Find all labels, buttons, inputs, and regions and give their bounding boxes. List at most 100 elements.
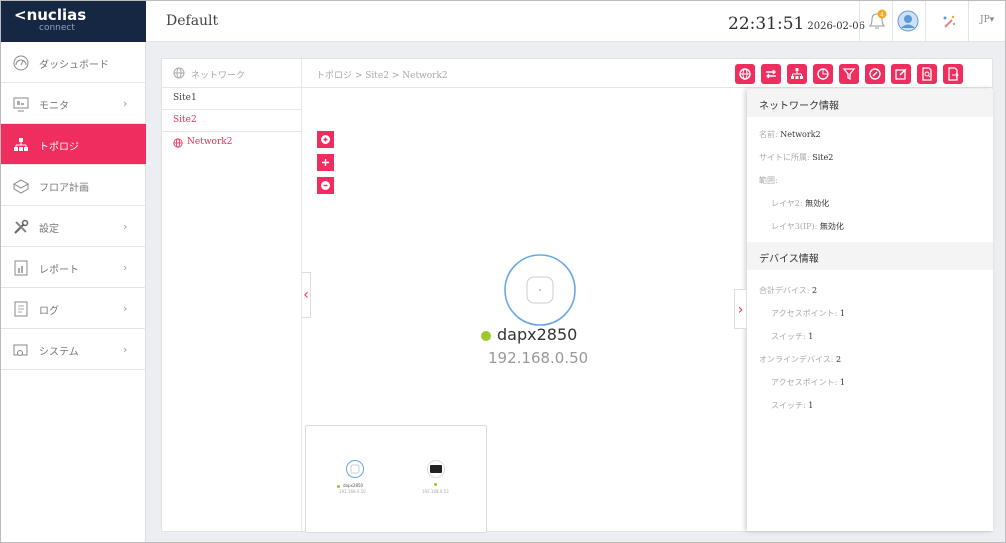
filter-button[interactable] (839, 64, 859, 84)
clock-date: 2026-02-06 (807, 21, 866, 32)
breadcrumb: トポロジ > Site2 > Network2 (316, 71, 448, 81)
center-icon (322, 159, 329, 166)
sidebar-item-topology[interactable]: トポロジ (1, 124, 146, 165)
back-chevron-icon: < (14, 6, 27, 24)
sidebar-item-report[interactable]: レポート › (1, 247, 146, 288)
logo[interactable]: <nuclias connect (1, 1, 146, 42)
monitor-icon (13, 97, 29, 112)
svg-text:4: 4 (880, 12, 884, 19)
sidebar-item-label: フロア計画 (39, 183, 89, 194)
tree-item-label: Network2 (187, 137, 233, 147)
sidebar: <nuclias connect ダッシュボード モニタ › トポロジ フロア計… (1, 1, 146, 542)
topology-view-button[interactable] (787, 64, 807, 84)
field-label: オンラインデバイス: (759, 355, 834, 364)
export-icon (948, 67, 959, 81)
access-point-device-icon[interactable] (502, 252, 578, 328)
online-access-points-row: アクセスポイント: 1 (771, 377, 845, 388)
sidebar-item-floor-plan[interactable]: フロア計画 (1, 165, 146, 206)
field-value: 2 (836, 355, 842, 364)
site-row: サイトに所属: Site2 (759, 152, 833, 163)
tree-item-label: Site1 (173, 93, 197, 103)
app-window: <nuclias connect ダッシュボード モニタ › トポロジ フロア計… (0, 0, 1006, 543)
clock-time: 22:31:51 (728, 14, 805, 34)
sidebar-item-dashboard[interactable]: ダッシュボード (1, 42, 146, 83)
online-devices-row: オンラインデバイス: 2 (759, 354, 841, 365)
chevron-right-icon: › (123, 97, 128, 110)
field-value: 無効化 (819, 222, 844, 231)
sidebar-item-label: トポロジ (39, 142, 79, 153)
field-value: 1 (808, 401, 814, 410)
report-icon (14, 260, 28, 276)
chevron-right-icon: › (123, 220, 128, 233)
search-file-button[interactable] (917, 64, 937, 84)
device-info-header: デバイス情報 (747, 242, 993, 270)
network-globe-icon (173, 138, 183, 148)
minimap-device-name: dapx2850 (343, 483, 364, 488)
minimap-device-ip: 192.168.0.53 (422, 489, 449, 494)
compass-icon (869, 68, 881, 80)
sidebar-item-label: ダッシュボード (39, 60, 109, 71)
filter-icon (842, 68, 856, 81)
access-points-row: アクセスポイント: 1 (771, 308, 845, 319)
settings-icon (14, 219, 29, 234)
edit-button[interactable] (891, 64, 911, 84)
bell-icon[interactable]: 4 (866, 9, 888, 33)
stats-button[interactable] (813, 64, 833, 84)
zoom-in-icon (321, 135, 330, 144)
field-label: 合計デバイス: (759, 286, 810, 295)
sidebar-item-system[interactable]: システム › (1, 329, 146, 370)
layer2-row: レイヤ2: 無効化 (771, 198, 829, 209)
chevron-left-icon: ‹ (303, 287, 309, 303)
pie-chart-icon (817, 68, 829, 80)
chevron-right-icon: › (123, 261, 128, 274)
language-label: JP (980, 15, 990, 25)
top-header: Default 22:31:51 2026-02-06 4 JP▾ (146, 1, 1005, 42)
field-value: 1 (839, 309, 845, 318)
field-value: Network2 (780, 130, 821, 139)
field-value: 1 (839, 378, 845, 387)
field-value: 2 (812, 286, 818, 295)
tree-item-site2[interactable]: Site2 (162, 110, 301, 132)
chevron-right-icon: › (123, 343, 128, 356)
field-label: スイッチ: (771, 332, 806, 341)
globe-icon (739, 68, 751, 80)
edit-icon (895, 68, 907, 80)
zoom-in-button[interactable] (317, 131, 334, 148)
brand-name: nuclias (26, 6, 87, 24)
access-point-icon (346, 460, 364, 478)
tree-item-network2[interactable]: Network2 (162, 132, 301, 154)
avatar[interactable] (897, 10, 919, 32)
export-button[interactable] (943, 64, 963, 84)
log-icon (14, 301, 28, 317)
collapse-tree-button[interactable]: ‹ (302, 272, 311, 318)
sidebar-item-log[interactable]: ログ › (1, 288, 146, 329)
online-status-dot (434, 483, 437, 486)
topology-icon (791, 68, 803, 79)
sidebar-item-monitor[interactable]: モニタ › (1, 83, 146, 124)
field-label: レイヤ2: (771, 199, 803, 208)
fit-center-button[interactable] (317, 154, 334, 171)
minimap-device-ip: 192.168.0.50 (339, 489, 366, 494)
search-file-icon (922, 67, 932, 81)
globe-button[interactable] (735, 64, 755, 84)
swap-button[interactable] (761, 64, 781, 84)
chevron-right-icon: › (123, 302, 128, 315)
magic-wand-icon[interactable] (941, 14, 957, 30)
chevron-right-icon: › (737, 302, 744, 318)
collapse-info-button[interactable]: › (734, 289, 746, 329)
language-selector[interactable]: JP▾ (980, 15, 994, 25)
device-name[interactable]: dapx2850 (497, 325, 577, 344)
zoom-out-button[interactable] (317, 177, 334, 194)
field-label: 範囲: (759, 176, 778, 185)
toolbar: トポロジ > Site2 > Network2 (302, 59, 992, 88)
minimap[interactable]: dapx2850 192.168.0.50 192.168.0.53 (305, 425, 487, 533)
field-value: 無効化 (805, 199, 830, 208)
tree-item-site1[interactable]: Site1 (162, 88, 301, 110)
compass-button[interactable] (865, 64, 885, 84)
sidebar-item-settings[interactable]: 設定 › (1, 206, 146, 247)
sidebar-item-label: 設定 (39, 224, 59, 235)
topology-panel: ネットワーク Site1 Site2 Network2 トポロジ > Site2… (161, 58, 993, 533)
floor-plan-icon (12, 179, 30, 194)
network-globe-icon (173, 67, 185, 79)
topology-icon (14, 138, 28, 151)
